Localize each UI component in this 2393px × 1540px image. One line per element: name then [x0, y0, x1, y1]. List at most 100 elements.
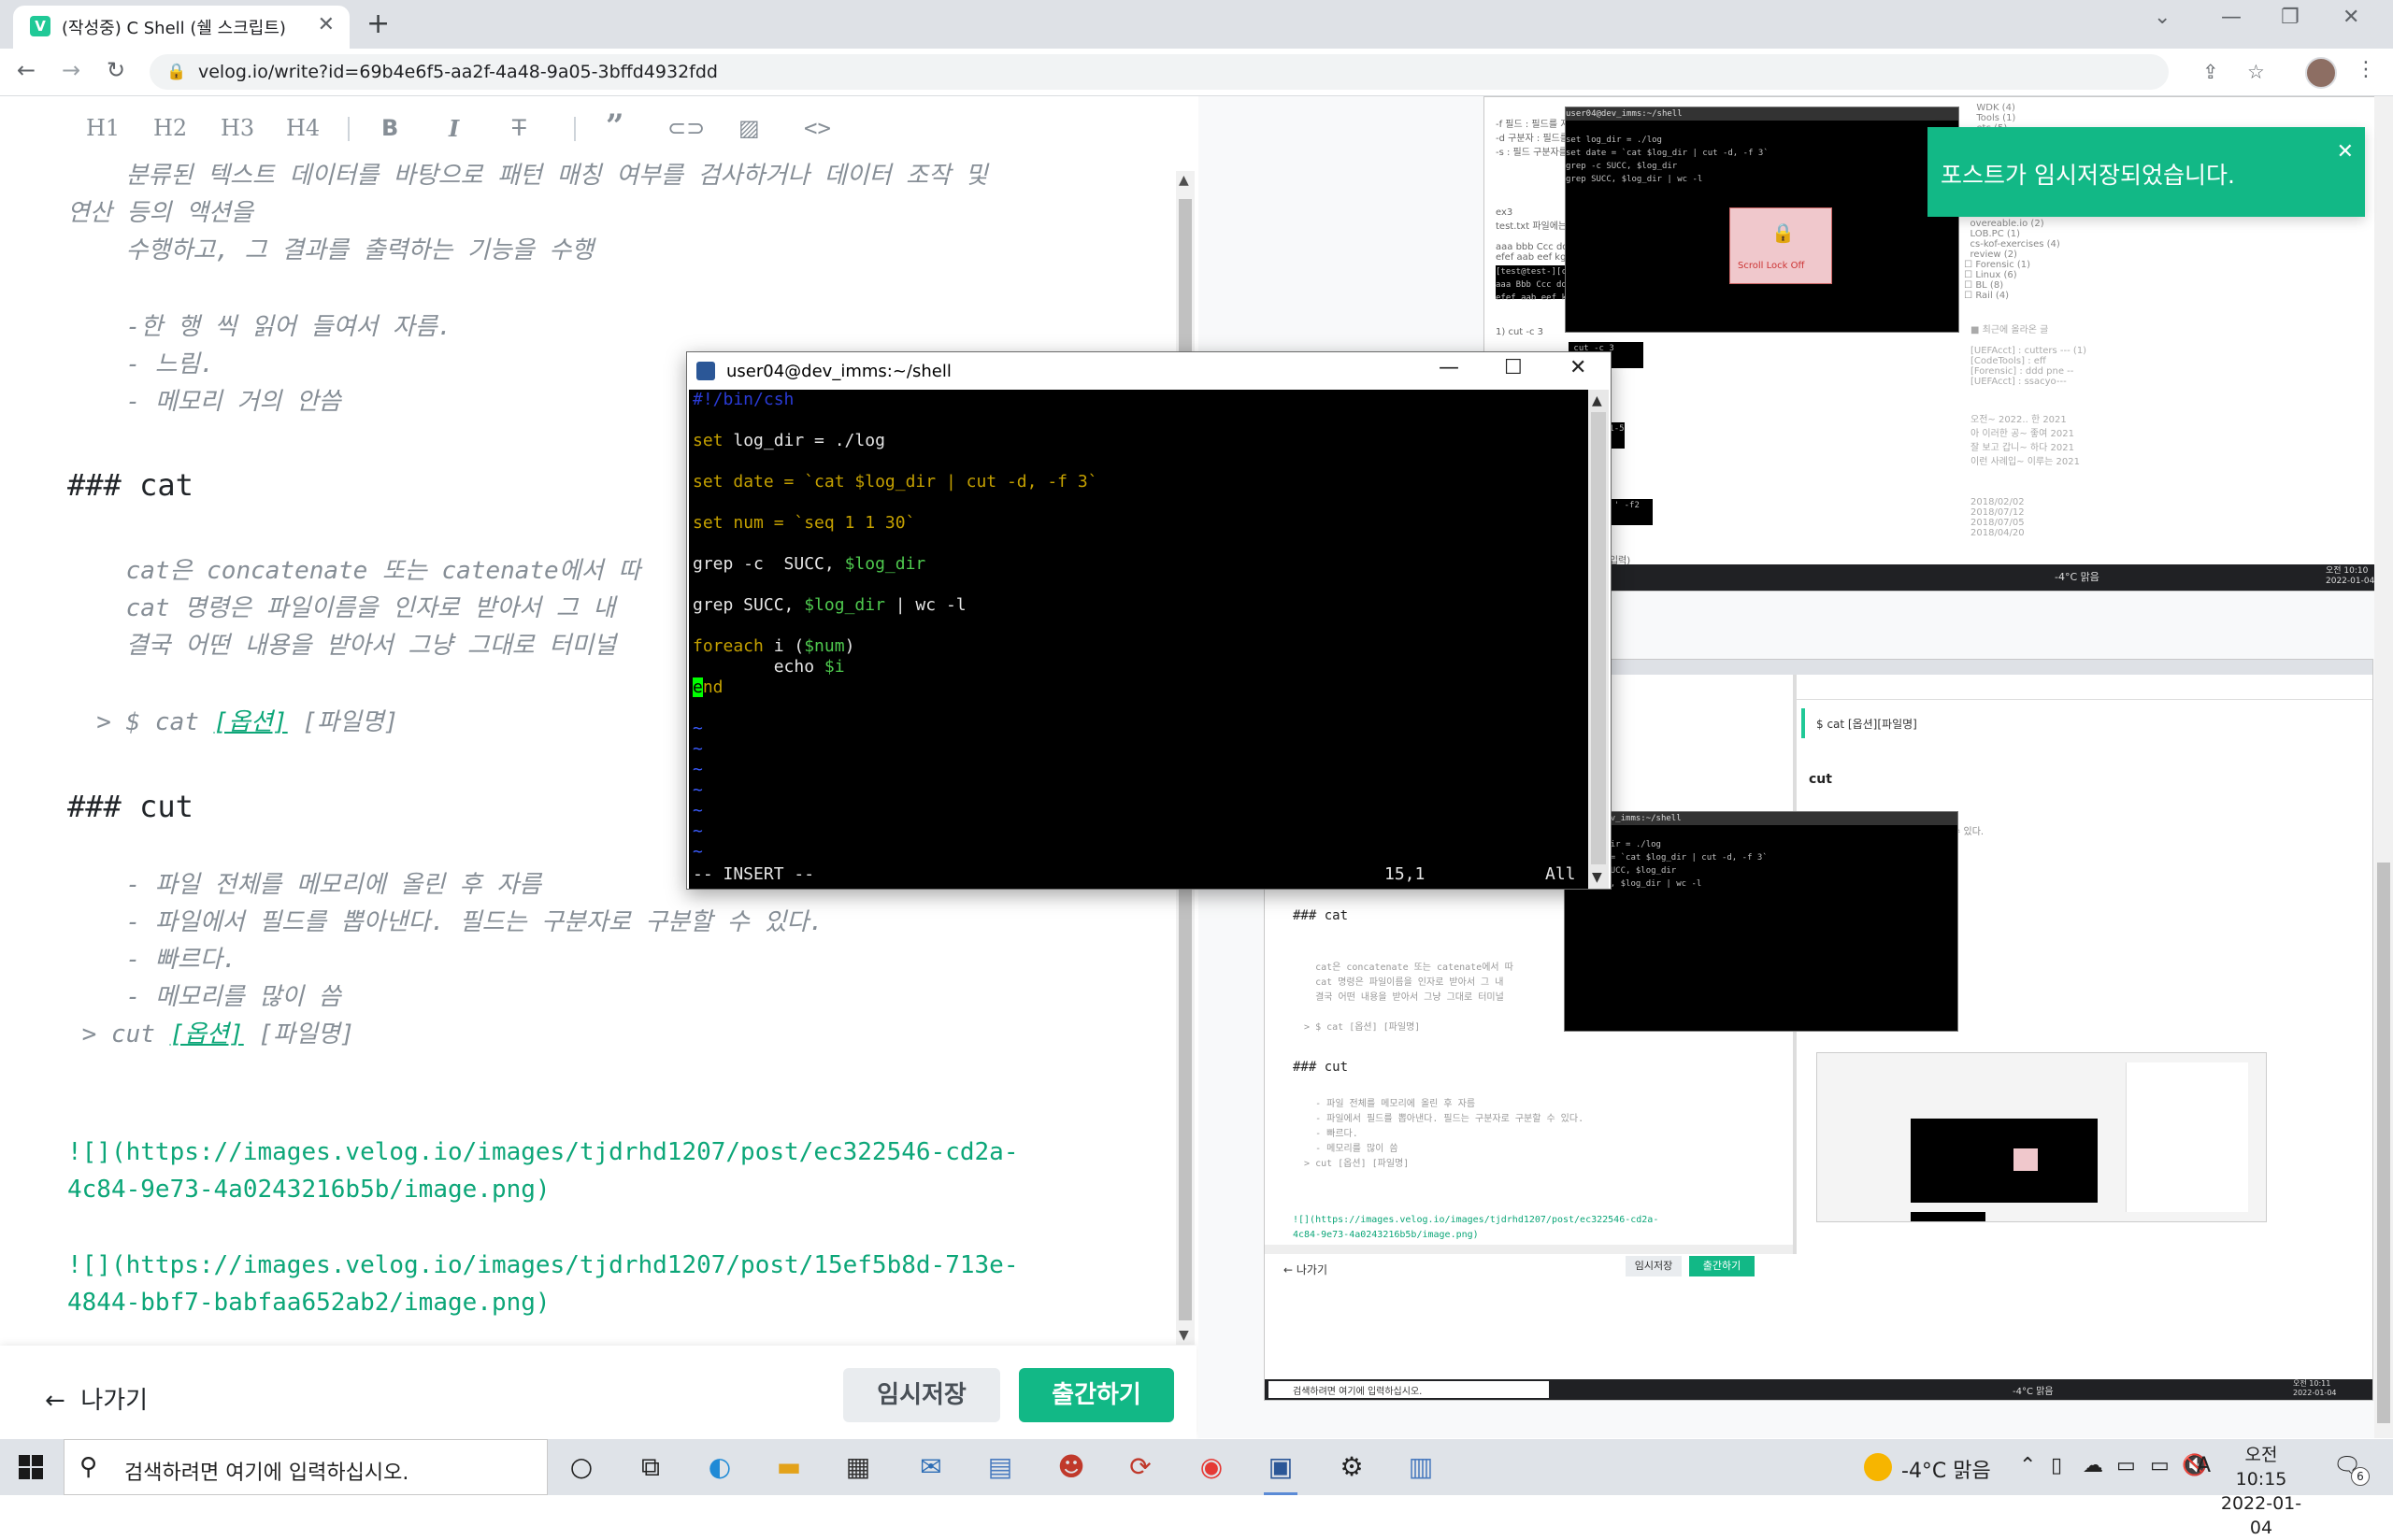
- weather-text[interactable]: -4°C 맑음: [1901, 1454, 1991, 1484]
- system-clock[interactable]: 오전 10:15 2022-01-04: [2219, 1443, 2303, 1540]
- store-icon[interactable]: ▦: [841, 1450, 875, 1484]
- temp-save-button[interactable]: 임시저장: [843, 1368, 1000, 1422]
- vim-mode-status: -- INSERT --: [693, 864, 815, 884]
- exit-label: 나가기: [80, 1387, 149, 1415]
- terminal-title-bar[interactable]: user04@dev_imms:~/shell — ☐ ✕: [687, 352, 1611, 390]
- reload-icon[interactable]: ↻: [107, 57, 125, 83]
- scroll-down-icon[interactable]: ▼: [1179, 1328, 1189, 1343]
- forward-arrow-icon[interactable]: →: [62, 57, 80, 83]
- taskbar-search[interactable]: ⚲ 검색하려면 여기에 입력하십시오.: [64, 1439, 548, 1495]
- terminal-screen[interactable]: #!/bin/csh set log_dir = ./log set date …: [689, 390, 1588, 889]
- tab-title: (작성중) C Shell (쉘 스크립트): [62, 19, 286, 38]
- term-line: grep SUCC, $log_dir | wc -l: [693, 595, 967, 615]
- publish-button[interactable]: 출간하기: [1019, 1368, 1174, 1422]
- browser-tab-strip: V (작성중) C Shell (쉘 스크립트) ✕ + ⌄ — ❐ ✕: [0, 0, 2393, 49]
- battery-icon[interactable]: ▭: [2116, 1454, 2136, 1477]
- task-view-icon[interactable]: ⧉: [634, 1450, 667, 1484]
- settings-gear-icon[interactable]: ⚙: [1335, 1450, 1368, 1484]
- terminal-window[interactable]: user04@dev_imms:~/shell — ☐ ✕ #!/bin/csh…: [686, 351, 1612, 890]
- toast-message: 포스트가 임시저장되었습니다.: [1941, 162, 2235, 189]
- new-tab-button[interactable]: +: [366, 7, 390, 40]
- close-icon[interactable]: ✕: [1569, 356, 1586, 379]
- weather-sun-icon[interactable]: [1864, 1453, 1892, 1481]
- heading-cut: ### cut: [67, 789, 193, 824]
- preview-scrollbar[interactable]: [2374, 96, 2393, 1438]
- notification-count: 6: [2351, 1467, 2370, 1486]
- close-window-icon[interactable]: ✕: [2343, 6, 2359, 29]
- bold-icon[interactable]: B: [381, 115, 398, 141]
- scroll-down-icon[interactable]: ▼: [1592, 870, 1602, 885]
- cloud-icon[interactable]: ☁: [2083, 1454, 2103, 1477]
- strikethrough-icon[interactable]: T: [512, 115, 526, 141]
- cortana-icon[interactable]: ○: [565, 1450, 598, 1484]
- image-icon[interactable]: ▨: [738, 115, 760, 141]
- ime-indicator[interactable]: A: [2197, 1454, 2211, 1477]
- chevron-down-icon[interactable]: ⌄: [2154, 6, 2171, 29]
- bookmark-star-icon[interactable]: ☆: [2247, 61, 2265, 83]
- search-icon: ⚲: [79, 1453, 98, 1481]
- scroll-lock-overlay: 🔒 Scroll Lock Off: [1729, 207, 1832, 284]
- italic-icon[interactable]: I: [449, 115, 459, 142]
- terminal-scrollbar[interactable]: ▲ ▼: [1588, 390, 1609, 889]
- lock-icon: 🔒: [1771, 221, 1795, 244]
- mail-icon[interactable]: ✉: [914, 1450, 948, 1484]
- profile-avatar[interactable]: [2305, 57, 2337, 89]
- link-icon[interactable]: ⊂⊃: [667, 115, 705, 141]
- mini-taskbar-2: 검색하려면 여기에 입력하십시오. -4°C 맑음 오전 10:11 2022-0…: [1265, 1379, 2372, 1400]
- sync-app-icon[interactable]: ⟳: [1124, 1450, 1157, 1484]
- term-line: foreach i ($num): [693, 636, 855, 656]
- back-arrow-icon[interactable]: ←: [17, 57, 36, 83]
- address-bar[interactable]: 🔒 velog.io/write?id=69b4e6f5-aa2f-4a48-9…: [150, 54, 2265, 90]
- windows-start-icon[interactable]: [19, 1455, 43, 1479]
- velog-favicon-icon: V: [30, 16, 50, 36]
- editor-line: - 파일에서 필드를 뽑아낸다. 필드는 구분자로 구분할 수 있다.: [67, 908, 824, 936]
- scroll-up-icon[interactable]: ▲: [1179, 173, 1189, 188]
- maximize-icon[interactable]: ☐: [1504, 356, 1523, 379]
- term-tilde: ~: [693, 842, 703, 862]
- network-icon[interactable]: ▭: [2150, 1454, 2170, 1477]
- chrome-icon[interactable]: ◉: [1195, 1450, 1228, 1484]
- toolbar-divider: [574, 117, 576, 141]
- chevron-up-icon[interactable]: ⌃: [2019, 1454, 2036, 1477]
- windows-taskbar: ⚲ 검색하려면 여기에 입력하십시오. ○ ⧉ ◐ ▬ ▦ ✉ ▤ ☻ ⟳ ◉ …: [0, 1439, 2393, 1538]
- heading3-button[interactable]: H3: [221, 115, 254, 141]
- tab-close-icon[interactable]: ✕: [318, 13, 335, 36]
- term-tilde: ~: [693, 760, 703, 779]
- browser-tab[interactable]: V (작성중) C Shell (쉘 스크립트) ✕: [13, 6, 350, 49]
- quote-icon[interactable]: ”: [606, 107, 624, 145]
- term-line: grep -c SUCC, $log_dir: [693, 554, 926, 574]
- heading-cat: ### cat: [67, 467, 193, 503]
- term-tilde: ~: [693, 719, 703, 738]
- terminal-title: user04@dev_imms:~/shell: [726, 362, 952, 381]
- code-block-icon[interactable]: <>: [804, 115, 831, 141]
- editor-footer: ← 나가기 임시저장 출간하기: [0, 1346, 1196, 1439]
- device-icon[interactable]: ▯: [2051, 1454, 2062, 1477]
- term-tilde: ~: [693, 780, 703, 800]
- toast-close-icon[interactable]: ✕: [2337, 140, 2354, 164]
- exit-button[interactable]: ← 나가기: [45, 1381, 148, 1416]
- share-icon[interactable]: ⇪: [2202, 61, 2219, 83]
- menu-kebab-icon[interactable]: ⋮: [2356, 58, 2376, 81]
- minimize-icon[interactable]: —: [1439, 356, 1459, 379]
- putty-taskbar-icon[interactable]: ▣: [1264, 1450, 1297, 1495]
- term-line: echo $i: [693, 657, 845, 677]
- notepad-icon[interactable]: ▥: [1404, 1450, 1438, 1484]
- file-explorer-icon[interactable]: ▬: [772, 1450, 806, 1484]
- scrollbar-thumb[interactable]: [1591, 412, 1606, 864]
- editor-line: - 파일 전체를 메모리에 올린 후 자름: [67, 871, 542, 899]
- restore-icon[interactable]: ❐: [2281, 6, 2300, 29]
- app-pink-icon[interactable]: ☻: [1054, 1450, 1088, 1484]
- url-text[interactable]: velog.io/write?id=69b4e6f5-aa2f-4a48-9a0…: [198, 62, 718, 82]
- minimize-icon[interactable]: —: [2221, 6, 2242, 29]
- scroll-up-icon[interactable]: ▲: [1592, 393, 1602, 408]
- editor-line: - 메모리 거의 안씀: [67, 388, 341, 416]
- scrollbar-thumb[interactable]: [2377, 863, 2390, 1423]
- heading1-button[interactable]: H1: [86, 115, 120, 141]
- editor-line: cat은 concatenate 또는 catenate에서 따: [67, 557, 641, 585]
- app-icon[interactable]: ▤: [983, 1450, 1017, 1484]
- heading4-button[interactable]: H4: [286, 115, 320, 141]
- term-tilde: ~: [693, 801, 703, 820]
- vim-cursor-position: 15,1: [1384, 864, 1426, 884]
- heading2-button[interactable]: H2: [153, 115, 187, 141]
- edge-browser-icon[interactable]: ◐: [703, 1450, 737, 1484]
